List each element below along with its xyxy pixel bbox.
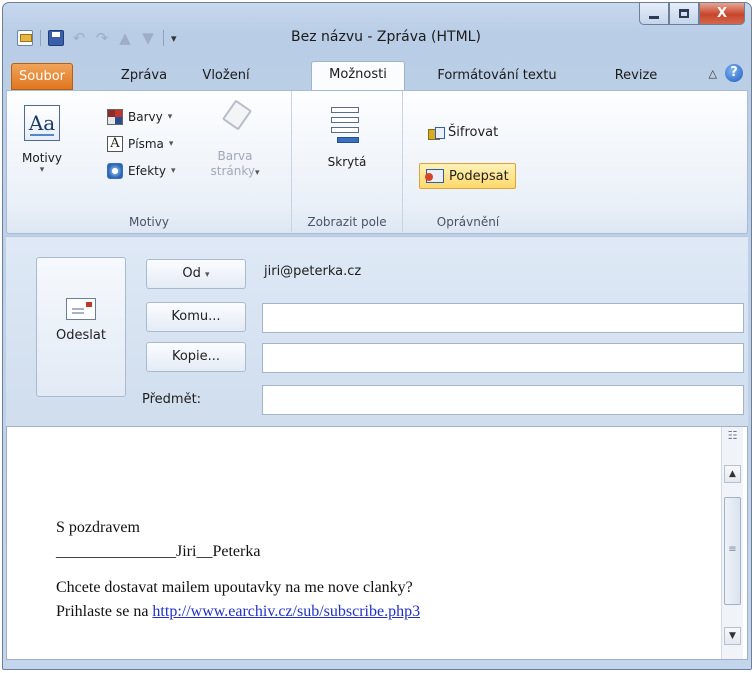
vertical-scrollbar[interactable]: ☷ ▲ ≡ ▼ xyxy=(721,427,743,659)
dropdown-icon: ▾ xyxy=(39,165,45,175)
next-item-icon[interactable]: ▼ xyxy=(140,30,156,46)
to-field[interactable] xyxy=(262,303,744,333)
help-icon[interactable]: ? xyxy=(725,64,743,82)
body-text: S pozdravem _______________Jiri__Peterka… xyxy=(56,516,420,624)
outlook-message-window: ↶ ↷ ▲ ▼ ▾ Bez názvu - Zpráva (HTML) X So… xyxy=(2,2,752,670)
dropdown-icon: ▾ xyxy=(205,270,210,280)
newsletter-prefix: Prihlaste se na xyxy=(56,603,153,620)
from-button[interactable]: Od ▾ xyxy=(146,259,246,289)
page-color-label-1: Barva xyxy=(217,149,253,163)
message-header: Odeslat Od ▾ jiri@peterka.cz Komu... Kop… xyxy=(6,236,748,426)
scroll-up-button[interactable]: ▲ xyxy=(724,465,741,483)
ribbon-tabs: Soubor Zpráva Vložení Možnosti Formátová… xyxy=(3,60,751,90)
to-button[interactable]: Komu... xyxy=(146,302,246,332)
save-icon[interactable] xyxy=(48,30,64,46)
send-label: Odeslat xyxy=(56,328,106,343)
caption-buttons: X xyxy=(639,3,745,25)
tab-right-controls: △ ? xyxy=(709,64,743,82)
paint-bucket-icon xyxy=(219,99,251,133)
send-envelope-icon xyxy=(66,298,96,320)
group-label-opravneni: Oprávnění xyxy=(436,215,500,229)
themes-icon: Aa xyxy=(24,105,60,141)
subscribe-link[interactable]: http://www.earchiv.cz/sub/subscribe.php3 xyxy=(152,603,420,620)
group-label-motivy: Motivy xyxy=(129,215,169,229)
minimize-button[interactable] xyxy=(639,3,669,25)
hidden-field-label: Skrytá xyxy=(327,155,367,169)
sign-icon xyxy=(425,169,444,183)
qat-separator xyxy=(40,30,41,46)
tab-formatovani-textu[interactable]: Formátování textu xyxy=(417,63,577,90)
tab-moznosti[interactable]: Možnosti xyxy=(311,61,405,90)
scroll-thumb[interactable]: ≡ xyxy=(724,497,741,605)
page-color-label-2: stránky xyxy=(210,164,255,178)
fonts-button[interactable]: A Písma ▾ xyxy=(107,132,173,156)
page-color-button[interactable]: Barva stránky▾ xyxy=(207,99,263,181)
redo-icon[interactable]: ↷ xyxy=(94,30,110,46)
dropdown-icon: ▾ xyxy=(167,112,173,122)
colors-button[interactable]: Barvy ▾ xyxy=(107,105,172,129)
send-button[interactable]: Odeslat xyxy=(36,257,126,397)
customize-qat-icon[interactable]: ▾ xyxy=(171,32,177,45)
tab-zprava[interactable]: Zpráva xyxy=(109,63,179,90)
encrypt-label: Šifrovat xyxy=(448,124,499,140)
cc-field[interactable] xyxy=(262,343,744,373)
scroll-down-button[interactable]: ▼ xyxy=(724,627,741,645)
tab-soubor[interactable]: Soubor xyxy=(11,63,73,90)
effects-button[interactable]: Efekty ▾ xyxy=(107,159,175,183)
maximize-button[interactable] xyxy=(669,3,699,25)
tab-revize[interactable]: Revize xyxy=(601,63,671,90)
group-motivy: Aa Motivy ▾ Barvy ▾ A Písma ▾ Efekty ▾ B… xyxy=(7,91,292,232)
fonts-icon: A xyxy=(107,136,123,152)
colors-label: Barvy xyxy=(128,110,163,124)
dropdown-icon: ▾ xyxy=(168,139,174,149)
app-icon[interactable] xyxy=(17,30,33,46)
hidden-field-icon xyxy=(327,105,367,147)
field-line xyxy=(331,107,359,113)
hidden-field-button[interactable]: Skrytá xyxy=(312,105,382,169)
field-line-highlight xyxy=(337,137,359,143)
newsletter-question: Chcete dostavat mailem upoutavky na me n… xyxy=(56,579,413,596)
encrypt-icon xyxy=(427,125,445,140)
tab-vlozeni[interactable]: Vložení xyxy=(186,63,266,90)
signature-name: _______________Jiri__Peterka xyxy=(56,543,261,560)
encrypt-button[interactable]: Šifrovat xyxy=(421,119,504,145)
maximize-icon xyxy=(679,9,689,18)
from-label: Od xyxy=(182,266,201,281)
subject-label: Předmět: xyxy=(142,392,202,407)
newsletter-line: Prihlaste se na http://www.earchiv.cz/su… xyxy=(56,600,420,624)
from-address: jiri@peterka.cz xyxy=(264,264,362,279)
sign-button[interactable]: Podepsat xyxy=(419,163,516,189)
dropdown-icon: ▾ xyxy=(254,168,260,178)
cc-button[interactable]: Kopie... xyxy=(146,342,246,372)
collapse-ribbon-icon[interactable]: △ xyxy=(709,67,717,80)
field-line xyxy=(331,117,359,123)
fonts-label: Písma xyxy=(128,137,164,151)
split-box-icon[interactable]: ☷ xyxy=(724,429,741,459)
group-label-zobrazit-pole: Zobrazit pole xyxy=(307,215,387,229)
signature-greeting: S pozdravem xyxy=(56,519,140,536)
ribbon: Aa Motivy ▾ Barvy ▾ A Písma ▾ Efekty ▾ B… xyxy=(6,90,748,234)
sign-label: Podepsat xyxy=(449,168,509,184)
effects-label: Efekty xyxy=(128,164,166,178)
previous-item-icon[interactable]: ▲ xyxy=(117,30,133,46)
field-line xyxy=(331,127,359,133)
dropdown-icon: ▾ xyxy=(170,166,176,176)
qat-separator xyxy=(163,30,164,46)
subject-field[interactable] xyxy=(262,385,744,415)
window-title: Bez názvu - Zpráva (HTML) xyxy=(291,29,481,45)
title-bar: ↶ ↷ ▲ ▼ ▾ Bez názvu - Zpráva (HTML) X xyxy=(3,3,751,57)
effects-icon xyxy=(107,163,123,179)
themes-label: Motivy xyxy=(22,151,62,165)
themes-button[interactable]: Aa Motivy ▾ xyxy=(17,105,67,175)
group-zobrazit-pole: Skrytá Zobrazit pole xyxy=(292,91,403,232)
close-button[interactable]: X xyxy=(699,3,745,25)
message-body[interactable]: S pozdravem _______________Jiri__Peterka… xyxy=(6,426,748,660)
group-opravneni: Šifrovat Podepsat Oprávnění xyxy=(403,91,533,232)
minimize-icon xyxy=(649,15,659,19)
colors-icon xyxy=(107,109,123,125)
quick-access-toolbar: ↶ ↷ ▲ ▼ ▾ xyxy=(17,27,177,49)
undo-icon[interactable]: ↶ xyxy=(71,30,87,46)
